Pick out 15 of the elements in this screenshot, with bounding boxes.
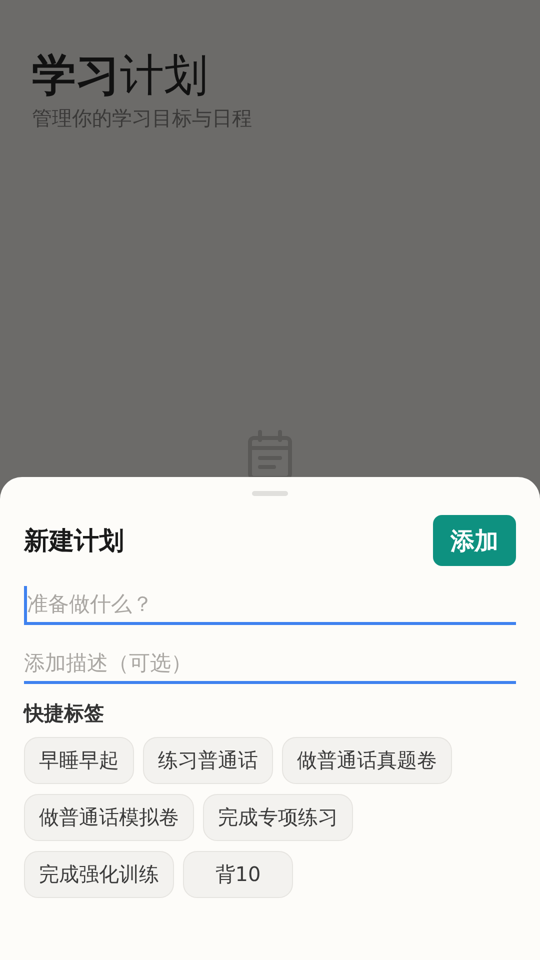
quick-tag-chip[interactable]: 练习普通话 (143, 737, 273, 784)
add-button[interactable]: 添加 (433, 515, 516, 566)
drag-handle[interactable] (252, 491, 288, 496)
description-field[interactable]: 添加描述（可选） (24, 645, 516, 684)
quick-tag-chip[interactable]: 做普通话真题卷 (282, 737, 452, 784)
page-title: 学习计划 (32, 49, 209, 103)
quick-tag-chip[interactable]: 早睡早起 (24, 737, 134, 784)
quick-tags-label: 快捷标签 (24, 700, 105, 727)
quick-tag-chip[interactable]: 完成强化训练 (24, 851, 174, 898)
plan-title-field[interactable]: 准备做什么？ (24, 586, 516, 625)
calendar-icon (246, 430, 294, 478)
quick-tag-chip[interactable]: 背10 (183, 851, 293, 898)
sheet-title: 新建计划 (24, 525, 124, 557)
quick-tag-chip[interactable]: 完成专项练习 (203, 794, 353, 841)
quick-tag-chip[interactable]: 做普通话模拟卷 (24, 794, 194, 841)
